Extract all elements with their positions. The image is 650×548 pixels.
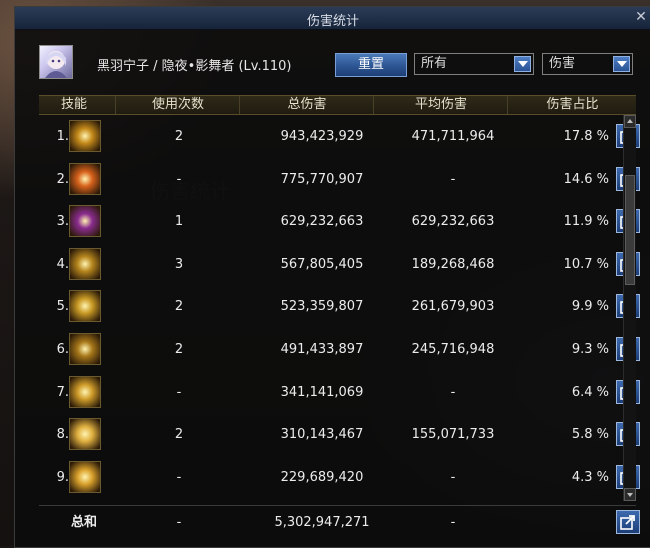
row-total-damage: 310,143,467: [280, 427, 364, 443]
row-damage-share: 6.4 %: [571, 384, 609, 400]
row-rank: 6.: [56, 342, 69, 357]
reset-button[interactable]: 重置: [335, 53, 407, 77]
avatar: [39, 45, 73, 79]
row-uses: -: [176, 469, 182, 485]
table-row: 2. - 775,770,907 - 14.6 %: [39, 158, 640, 201]
row-rank: 8.: [56, 427, 69, 443]
row-avg-damage: 261,679,903: [411, 299, 495, 315]
row-rank: 9.: [56, 469, 69, 485]
skill-icon: [69, 418, 101, 451]
row-rank: 7.: [56, 384, 69, 400]
summary-avg: -: [450, 515, 456, 530]
close-icon[interactable]: ✕: [633, 8, 649, 26]
chevron-down-icon[interactable]: [514, 56, 531, 72]
table-row: 9. - 229,689,420 - 4.3 %: [39, 456, 640, 499]
window-title: 伤害统计: [306, 14, 359, 29]
character-name: 黑羽宁子 / 隐夜•影舞者 (Lv.110): [97, 59, 292, 74]
row-uses: 2: [174, 299, 184, 315]
row-damage-share: 9.9 %: [571, 299, 609, 315]
row-total-damage: 229,689,420: [280, 469, 364, 485]
header-skill[interactable]: 技能: [39, 96, 109, 114]
row-rank: 5.: [56, 299, 69, 315]
table-header: 技能 使用次数 总伤害 平均伤害 伤害占比: [39, 95, 636, 115]
row-avg-damage: 629,232,663: [411, 214, 495, 230]
row-rank: 4.: [56, 256, 69, 272]
summary-uses: -: [176, 515, 182, 530]
skill-icon: [69, 247, 101, 280]
summary-total: 5,302,947,271: [274, 515, 370, 530]
share-icon: [620, 515, 635, 530]
mode-select-value: 伤害: [549, 56, 576, 71]
row-avg-damage: 471,711,964: [411, 129, 495, 144]
row-damage-share: 11.9 %: [563, 214, 609, 230]
skill-icon: [69, 375, 101, 408]
row-avg-damage: 189,268,468: [411, 256, 495, 272]
summary-row: 总和 - 5,302,947,271 -: [39, 501, 640, 544]
row-rank: 1.: [56, 129, 69, 144]
row-uses: -: [176, 384, 182, 400]
summary-label: 总和: [70, 515, 97, 530]
row-total-damage: 943,423,929: [280, 129, 364, 144]
row-damage-share: 5.8 %: [571, 427, 609, 443]
row-avg-damage: 245,716,948: [411, 342, 495, 357]
window-titlebar[interactable]: 伤害统计 ✕: [15, 7, 650, 30]
row-uses: 3: [174, 256, 184, 272]
scroll-up-button[interactable]: [624, 115, 636, 128]
header-uses[interactable]: 使用次数: [115, 96, 240, 114]
header-avg-damage[interactable]: 平均伤害: [373, 96, 508, 114]
row-avg-damage: -: [450, 384, 456, 400]
row-avg-damage: 155,071,733: [411, 427, 495, 443]
row-total-damage: 523,359,807: [280, 299, 364, 315]
row-damage-share: 17.8 %: [563, 129, 609, 144]
row-total-damage: 629,232,663: [280, 214, 364, 230]
row-total-damage: 775,770,907: [280, 171, 364, 187]
row-total-damage: 567,805,405: [280, 256, 364, 272]
row-uses: 2: [174, 342, 184, 357]
row-damage-share: 4.3 %: [571, 469, 609, 485]
row-total-damage: 341,141,069: [280, 384, 364, 400]
row-rank: 2.: [56, 171, 69, 187]
table-row: 3. 1 629,232,663 629,232,663 11.9 %: [39, 200, 640, 243]
skill-icon: [69, 333, 101, 365]
table-row: 7. - 341,141,069 - 6.4 %: [39, 371, 640, 414]
header-damage-share[interactable]: 伤害占比: [507, 96, 637, 114]
skill-icon: [69, 460, 101, 493]
mode-select[interactable]: 伤害: [542, 53, 633, 75]
table-row: 1. 2 943,423,929 471,711,964 17.8 %: [39, 115, 640, 158]
share-button[interactable]: [616, 510, 640, 534]
row-avg-damage: -: [450, 469, 456, 485]
row-damage-share: 10.7 %: [563, 256, 609, 272]
row-uses: -: [176, 171, 182, 187]
damage-stats-window: 伤害统计 ✕ 黑羽宁子 / 隐夜•影舞者 (Lv.110) 重置 所有 伤害 技…: [14, 6, 650, 548]
table-row: 5. 2 523,359,807 261,679,903 9.9 %: [39, 285, 640, 328]
row-damage-share: 14.6 %: [563, 171, 609, 187]
row-uses: 1: [174, 214, 184, 230]
scroll-thumb[interactable]: [625, 175, 635, 285]
table-row: 8. 2 310,143,467 155,071,733 5.8 %: [39, 413, 640, 456]
chevron-down-icon[interactable]: [613, 56, 630, 72]
row-avg-damage: -: [450, 171, 456, 187]
row-uses: 2: [174, 427, 184, 443]
table-row: 4. 3 567,805,405 189,268,468 10.7 %: [39, 243, 640, 286]
skill-icon: [69, 162, 101, 195]
row-damage-share: 9.3 %: [571, 342, 609, 357]
skill-icon: [69, 120, 101, 152]
skill-icon: [69, 205, 101, 238]
filter-select[interactable]: 所有: [414, 53, 534, 75]
row-rank: 3.: [56, 214, 69, 230]
table-row: 6. 2 491,433,897 245,716,948 9.3 %: [39, 328, 640, 371]
row-uses: 2: [174, 129, 184, 144]
header-total-damage[interactable]: 总伤害: [239, 96, 374, 114]
skill-icon: [69, 290, 101, 323]
scrollbar[interactable]: [623, 115, 636, 501]
filter-select-value: 所有: [421, 56, 448, 71]
scroll-down-button[interactable]: [624, 488, 636, 501]
row-total-damage: 491,433,897: [280, 342, 364, 357]
